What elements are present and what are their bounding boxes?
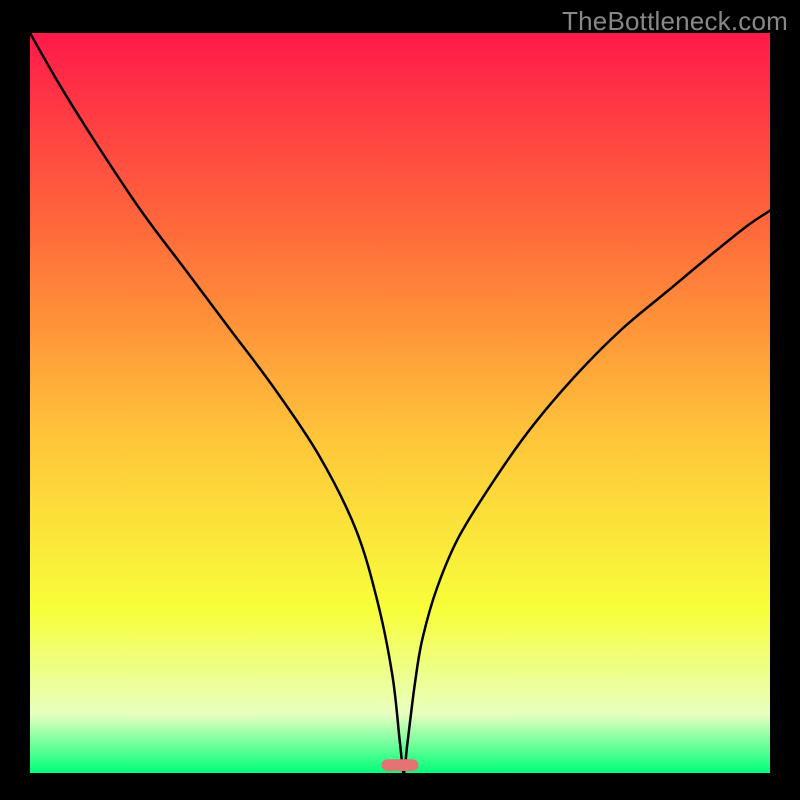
optimum-marker <box>382 759 419 771</box>
watermark-text: TheBottleneck.com <box>562 6 788 37</box>
bottleneck-chart <box>0 0 800 800</box>
plot-area <box>30 33 770 773</box>
chart-container: TheBottleneck.com <box>0 0 800 800</box>
